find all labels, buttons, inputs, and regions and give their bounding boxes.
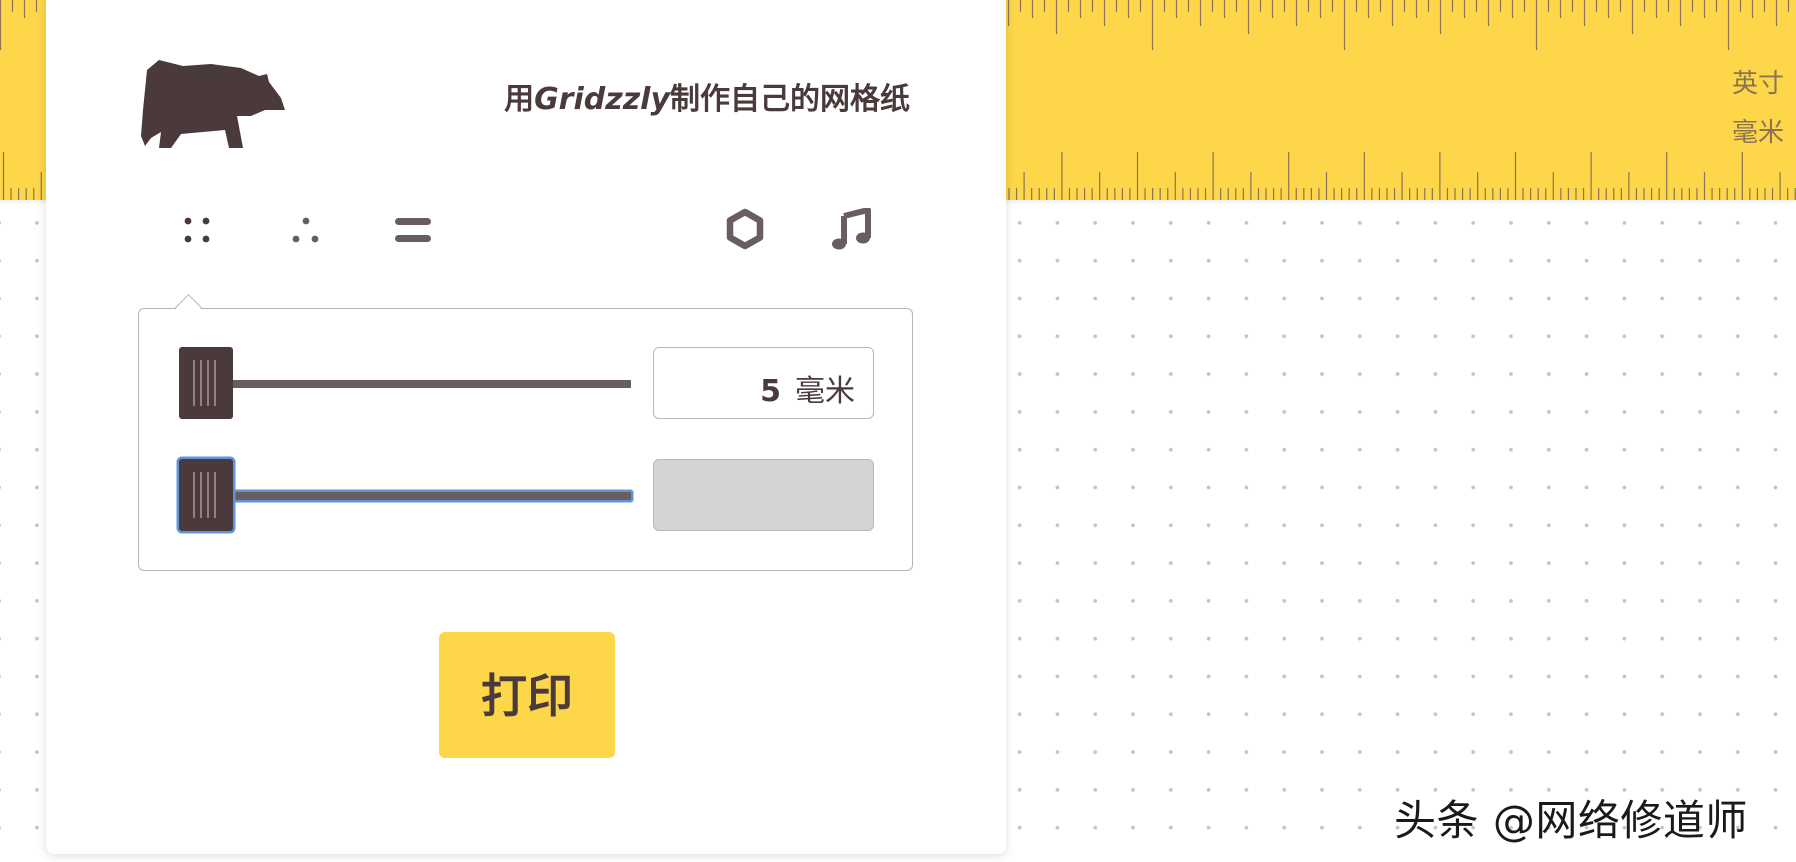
tagline-suffix: 制作自己的网格纸	[670, 82, 910, 117]
tool-hexagon-grid[interactable]	[723, 208, 793, 264]
spacing-unit: 毫米	[795, 374, 855, 409]
triangle-dots-icon	[292, 217, 319, 243]
tool-music-staff[interactable]	[830, 208, 900, 264]
dot-size-slider-track[interactable]	[219, 492, 631, 500]
dot-size-slider[interactable]	[179, 459, 631, 533]
lines-icon	[395, 218, 431, 242]
spacing-value: 5	[760, 374, 781, 409]
unit-inch-label[interactable]: 英寸	[1732, 63, 1784, 100]
grid-settings: 5 毫米	[138, 294, 913, 571]
spacing-slider[interactable]	[179, 347, 631, 421]
spacing-value-field[interactable]: 5 毫米	[653, 347, 874, 419]
tool-dot-grid[interactable]	[170, 208, 240, 264]
bear-icon	[141, 60, 286, 156]
dot-size-slider-handle[interactable]	[179, 459, 233, 531]
tagline-prefix: 用	[504, 82, 535, 117]
music-note-icon	[832, 208, 871, 250]
unit-mm-label[interactable]: 毫米	[1732, 112, 1784, 149]
watermark: 头条 @网络修道师	[1394, 796, 1748, 845]
tagline: 用Gridzzly制作自己的网格纸	[504, 74, 910, 118]
tagline-brand: Gridzzly	[534, 82, 670, 117]
settings-pointer	[175, 294, 202, 321]
dot-size-value-field[interactable]	[653, 459, 874, 531]
control-panel: 用Gridzzly制作自己的网格纸 5 毫米 打印	[46, 0, 1006, 854]
dot-grid-icon	[184, 217, 210, 243]
tool-line-grid[interactable]	[391, 208, 461, 264]
print-button[interactable]: 打印	[439, 632, 615, 758]
tool-triangle-dot-grid[interactable]	[278, 208, 348, 264]
hexagon-icon	[726, 208, 764, 250]
spacing-slider-track[interactable]	[219, 380, 631, 388]
spacing-slider-handle[interactable]	[179, 347, 233, 419]
